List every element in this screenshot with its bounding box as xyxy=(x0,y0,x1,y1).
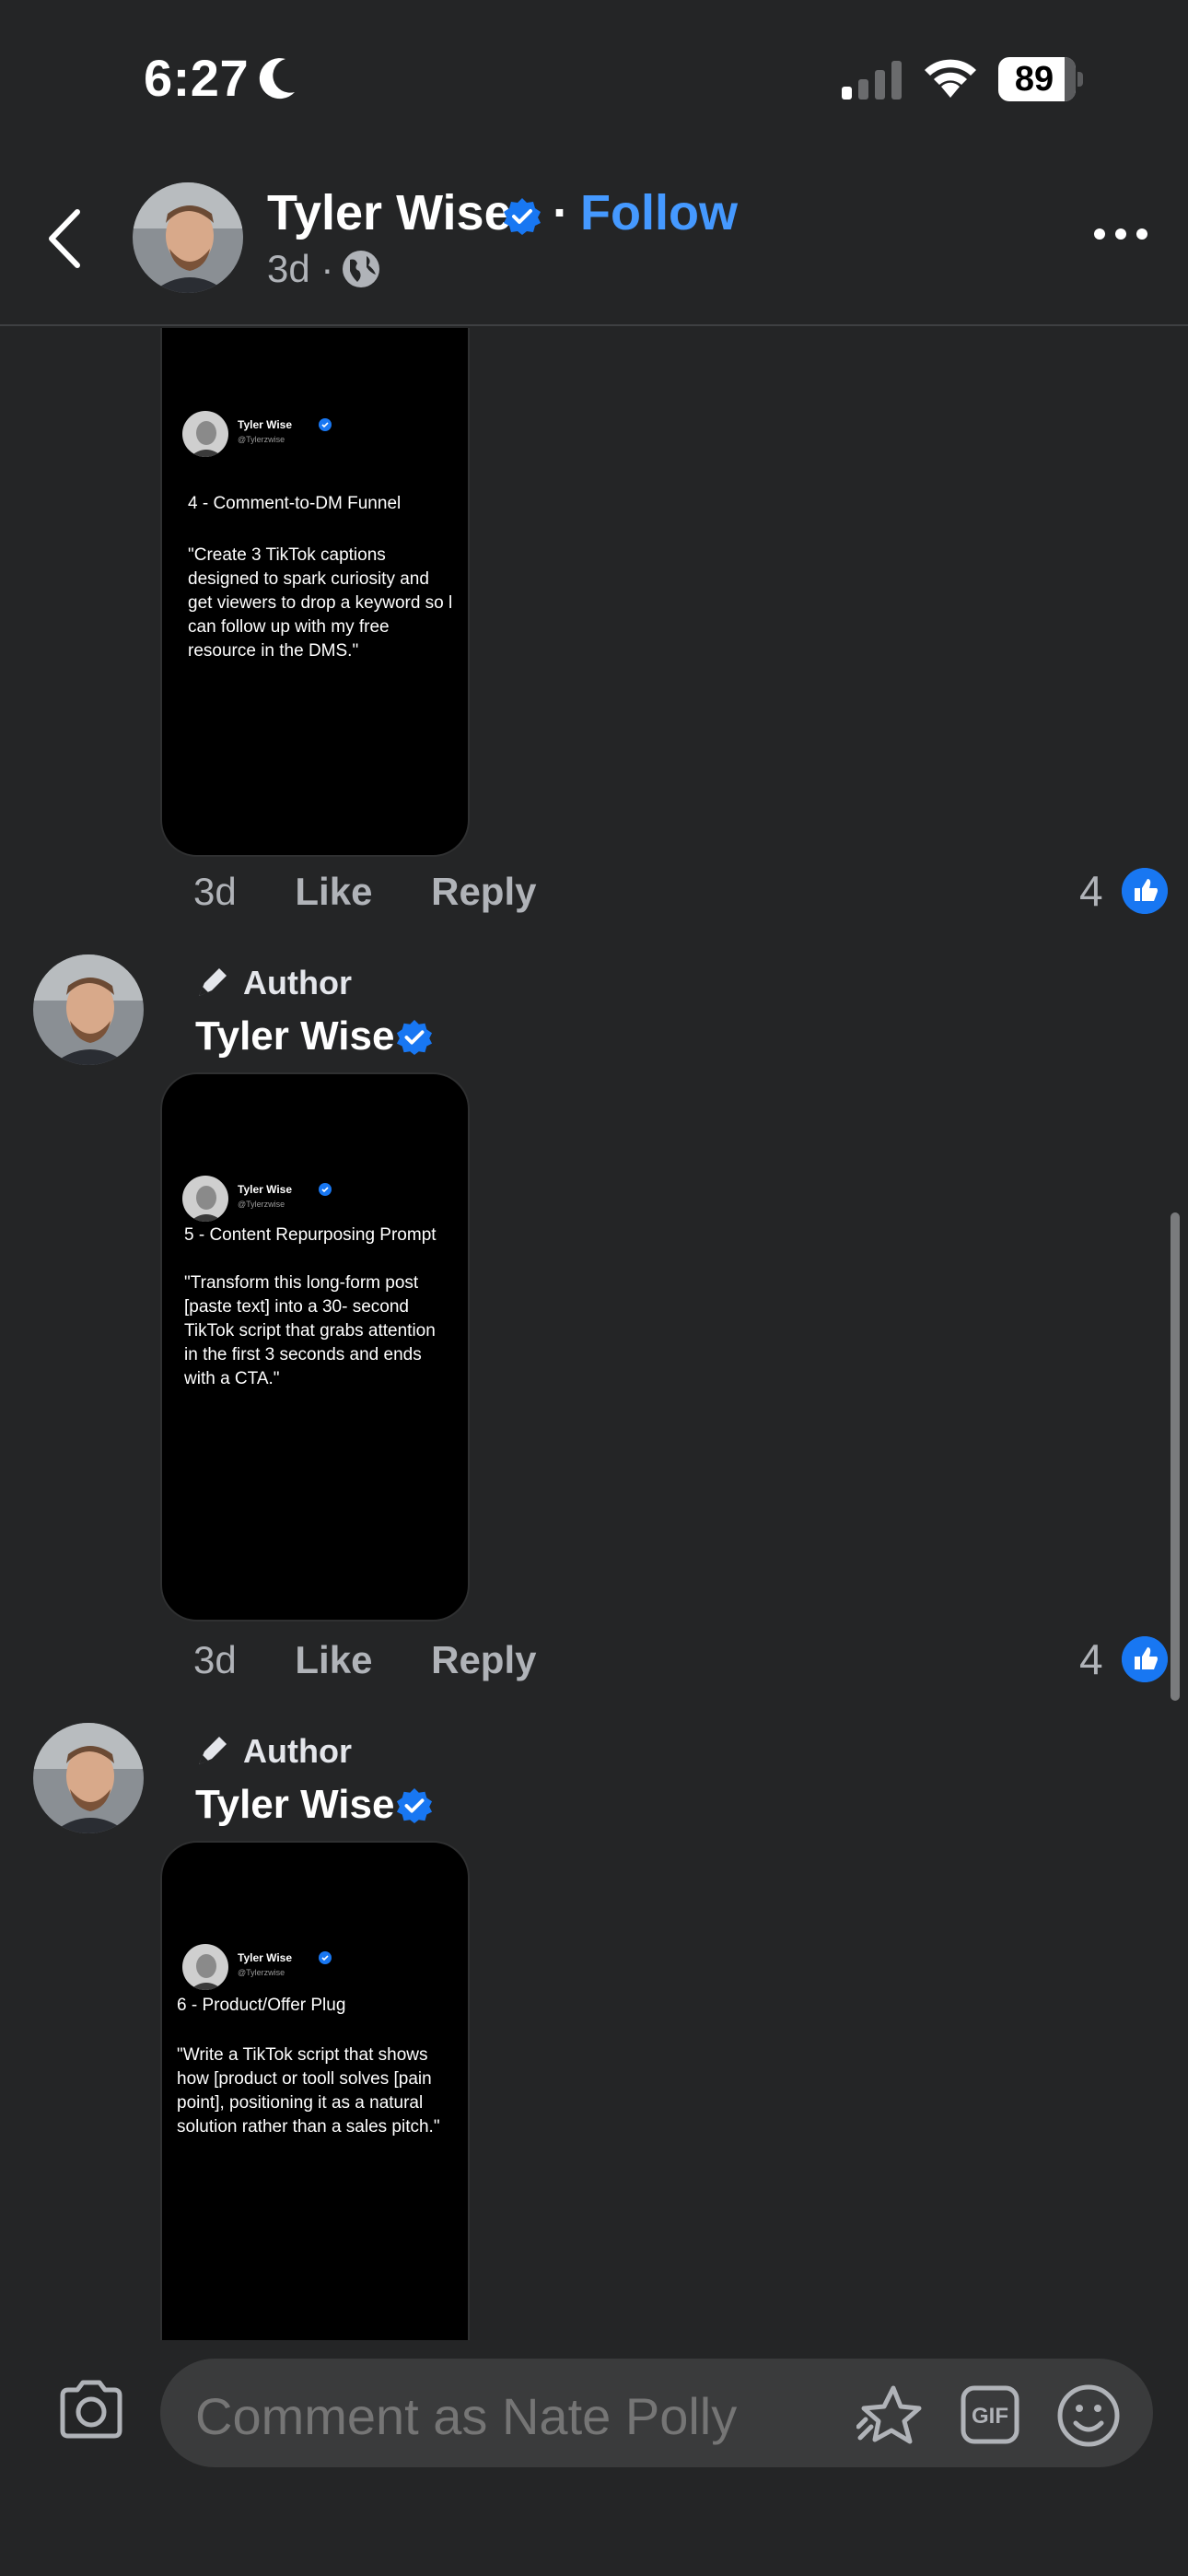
svg-text:GIF: GIF xyxy=(972,2404,1008,2429)
pen-icon xyxy=(199,968,227,996)
card-avatar xyxy=(182,1176,228,1222)
status-bar: 6:27 89 xyxy=(0,0,1188,157)
comment-input-container[interactable]: GIF xyxy=(160,2359,1153,2467)
reaction-count[interactable]: 4 xyxy=(1079,1634,1103,1684)
more-horizontal-icon[interactable] xyxy=(1092,225,1149,243)
verified-badge-icon xyxy=(319,1183,332,1196)
card-handle: @Tylerzwise xyxy=(238,435,285,444)
card-avatar xyxy=(182,411,228,457)
author-label: Author xyxy=(243,964,352,1001)
author-label: Author xyxy=(243,1732,352,1770)
card-title: 4 - Comment-to-DM Funnel xyxy=(188,494,402,513)
gif-icon[interactable]: GIF xyxy=(960,2384,1020,2445)
comment-input[interactable] xyxy=(195,2386,821,2446)
battery-indicator: 89 xyxy=(998,57,1083,101)
comment-composer: GIF xyxy=(0,2340,1188,2576)
comment-age: 3d xyxy=(193,1638,237,1681)
comment-author-name[interactable]: Tyler Wise xyxy=(195,1013,394,1060)
author-tag: Author xyxy=(195,1732,352,1771)
scrollbar[interactable] xyxy=(1171,1212,1180,1701)
card-body: "Write a TikTok script that shows how [p… xyxy=(177,2045,440,2137)
post-header: Tyler Wise · Follow 3d · xyxy=(0,157,1188,326)
separator-dot: · xyxy=(553,185,569,240)
thumbs-up-icon[interactable] xyxy=(1122,868,1168,914)
avatar[interactable] xyxy=(33,954,144,1065)
wifi-icon xyxy=(925,59,976,98)
reply-button[interactable]: Reply xyxy=(431,870,536,913)
avatar[interactable] xyxy=(133,182,243,293)
sticker-icon[interactable] xyxy=(856,2383,923,2447)
card-handle: @Tylerzwise xyxy=(238,1968,285,1977)
reaction-count[interactable]: 4 xyxy=(1079,866,1103,916)
follow-button[interactable]: Follow xyxy=(580,184,738,241)
comment-age: 3d xyxy=(193,870,237,913)
card-handle: @Tylerzwise xyxy=(238,1200,285,1209)
verified-badge-icon xyxy=(319,418,332,431)
like-button[interactable]: Like xyxy=(295,870,372,913)
cellular-signal-icon xyxy=(842,61,902,100)
verified-badge-icon xyxy=(504,198,541,235)
battery-level: 89 xyxy=(1014,60,1054,99)
camera-icon[interactable] xyxy=(57,2379,125,2440)
verified-badge-icon xyxy=(319,1951,332,1964)
moon-icon xyxy=(259,58,295,100)
card-body: "Transform this long-form post [paste te… xyxy=(184,1273,436,1388)
comment-actions: 3d Like Reply xyxy=(193,870,584,914)
comment-image-card[interactable]: Tyler Wise @Tylerzwise 4 - Comment-to-DM… xyxy=(160,328,470,857)
card-title: 6 - Product/Offer Plug xyxy=(177,1996,346,2015)
card-body: "Create 3 TikTok captions designed to sp… xyxy=(188,545,453,661)
comment-author-name[interactable]: Tyler Wise xyxy=(195,1782,394,1828)
card-title: 5 - Content Repurposing Prompt xyxy=(184,1225,437,1245)
comment-image-card[interactable]: Tyler Wise @Tylerzwise 6 - Product/Offer… xyxy=(160,1841,470,2340)
emoji-icon[interactable] xyxy=(1055,2383,1122,2449)
status-time: 6:27 xyxy=(144,49,250,107)
pen-icon xyxy=(199,1737,227,1764)
thumbs-up-icon[interactable] xyxy=(1122,1636,1168,1682)
like-button[interactable]: Like xyxy=(295,1638,372,1681)
verified-badge-icon xyxy=(396,1019,433,1056)
card-name: Tyler Wise xyxy=(238,1183,293,1196)
chevron-left-icon[interactable] xyxy=(42,206,88,271)
verified-badge-icon xyxy=(396,1787,433,1824)
author-name[interactable]: Tyler Wise xyxy=(267,184,512,241)
reply-button[interactable]: Reply xyxy=(431,1638,536,1681)
avatar[interactable] xyxy=(33,1723,144,1833)
card-name: Tyler Wise xyxy=(238,1951,293,1964)
author-tag: Author xyxy=(195,964,352,1002)
post-age: 3d · xyxy=(267,247,334,290)
comment-image-card[interactable]: Tyler Wise @Tylerzwise 5 - Content Repur… xyxy=(160,1072,470,1622)
card-name: Tyler Wise xyxy=(238,418,293,431)
comment-actions: 3d Like Reply xyxy=(193,1638,584,1682)
card-avatar xyxy=(182,1944,228,1990)
comments-list[interactable]: Tyler Wise @Tylerzwise 4 - Comment-to-DM… xyxy=(0,328,1188,2340)
globe-icon xyxy=(343,251,379,287)
